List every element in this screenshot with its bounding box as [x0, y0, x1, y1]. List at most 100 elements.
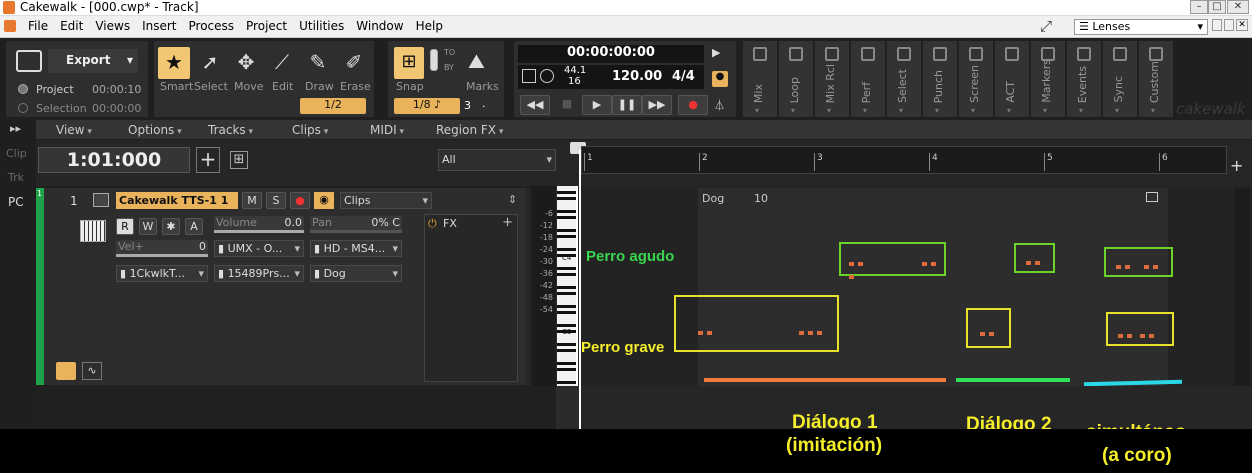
resize-arrow-icon[interactable]: ⤢: [1040, 17, 1052, 35]
mdi-minimize-button[interactable]: [1212, 19, 1222, 31]
draw-tool-button[interactable]: ✎: [302, 47, 334, 79]
menu-insert[interactable]: Insert: [136, 16, 182, 33]
play-small-icon[interactable]: ▶: [712, 46, 720, 59]
move-tool-button[interactable]: ✥: [230, 47, 262, 79]
maximize-button[interactable]: □: [1208, 0, 1226, 14]
export-button[interactable]: Export ▾: [48, 49, 138, 73]
patch-dropdown[interactable]: ▮ Dog: [310, 265, 402, 282]
snap-value-field[interactable]: 1/8 ♪: [394, 98, 460, 114]
now-time-display[interactable]: 1:01:000: [38, 147, 190, 173]
lenses-dropdown[interactable]: ☰ Lenses ▾: [1074, 19, 1208, 35]
screenset-custom[interactable]: Custom ▾: [1138, 41, 1173, 117]
read-automation-button[interactable]: R: [116, 218, 134, 235]
menu-project[interactable]: Project: [240, 16, 293, 33]
fx-power-icon[interactable]: ⏻: [428, 217, 437, 231]
menu-process[interactable]: Process: [183, 16, 241, 33]
screenset-markers[interactable]: Markers ▾: [1030, 41, 1065, 117]
minimize-button[interactable]: –: [1190, 0, 1208, 14]
selection-radio[interactable]: [18, 103, 28, 113]
menu-views[interactable]: Views: [89, 16, 136, 33]
patch-number-dropdown[interactable]: ▮ 15489Prs...: [214, 265, 304, 282]
marks-icon[interactable]: ⛰: [468, 49, 485, 73]
output-dropdown[interactable]: ▮ HD - MS4...: [310, 240, 402, 257]
menu-utilities[interactable]: Utilities: [293, 16, 350, 33]
screenset-act[interactable]: ACT ▾: [994, 41, 1029, 117]
screenset-sync[interactable]: Sync ▾: [1102, 41, 1137, 117]
track-strip[interactable]: 1 1 Cakewalk TTS-1 1 M S ● ◉ Clips ⇕ R W…: [36, 188, 558, 385]
add-fx-icon[interactable]: +: [502, 215, 513, 230]
stop-button[interactable]: ■: [556, 95, 578, 115]
piano-icon[interactable]: [80, 220, 106, 242]
clip-inspector-tab[interactable]: Clip: [6, 147, 27, 160]
tempo-display[interactable]: 120.00: [612, 69, 662, 84]
play-button[interactable]: ▶: [582, 95, 612, 115]
track-view-button[interactable]: [56, 362, 76, 380]
pan-slider[interactable]: Pan 0% C: [310, 216, 402, 233]
record-arm-button[interactable]: ●: [290, 192, 310, 209]
add-track-button[interactable]: +: [196, 147, 220, 173]
clip-region[interactable]: [698, 188, 1168, 386]
screenset-mix[interactable]: Mix ▾: [742, 41, 777, 117]
mdi-close-button[interactable]: ✕: [1236, 19, 1248, 31]
record-armed-indicator[interactable]: ●: [712, 71, 728, 87]
screenset-mix-rcl[interactable]: Mix Rcl ▾: [814, 41, 849, 117]
erase-tool-button[interactable]: ✐: [338, 47, 370, 79]
audio-engine-icon[interactable]: [540, 69, 554, 83]
midi-menu[interactable]: MIDI: [370, 123, 404, 137]
menu-help[interactable]: Help: [410, 16, 449, 33]
bank-dropdown[interactable]: ▮ 1CkwlkT...: [116, 265, 208, 282]
input-echo-button[interactable]: ◉: [314, 192, 334, 209]
pause-button[interactable]: ❚❚: [612, 95, 642, 115]
meter-display[interactable]: 4/4: [672, 69, 695, 84]
snap-dot-button[interactable]: .: [482, 97, 486, 110]
instrument-icon[interactable]: [93, 193, 109, 207]
collapse-track-icon[interactable]: ⇕: [508, 193, 517, 206]
options-menu[interactable]: Options: [128, 123, 182, 137]
solo-button[interactable]: S: [266, 192, 286, 209]
region-fx-menu[interactable]: Region FX: [436, 123, 503, 137]
expand-strip-button[interactable]: ▸▸: [10, 122, 21, 135]
input-dropdown[interactable]: ▮ UMX - O...: [214, 240, 304, 257]
smart-tool-button[interactable]: ★: [158, 47, 190, 79]
view-menu[interactable]: View: [56, 123, 92, 137]
screenset-events[interactable]: Events ▾: [1066, 41, 1101, 117]
app-menu-icon[interactable]: [4, 20, 16, 32]
freeze-button[interactable]: ✱: [162, 218, 180, 235]
snap-button[interactable]: ⊞: [394, 47, 424, 79]
fast-forward-button[interactable]: ▶▶: [642, 95, 672, 115]
screenset-punch[interactable]: Punch ▾: [922, 41, 957, 117]
to-by-toggle[interactable]: [430, 49, 438, 71]
velocity-slider[interactable]: Vel+ 0: [116, 240, 208, 257]
automation-lanes-button[interactable]: ∿: [82, 362, 102, 380]
metronome-tool-icon[interactable]: ⏃: [714, 97, 725, 113]
close-button[interactable]: ✕: [1227, 0, 1249, 14]
export-icon[interactable]: [16, 50, 42, 72]
fx-bin[interactable]: ⏻ FX +: [424, 214, 518, 382]
time-display[interactable]: 00:00:00:00: [518, 45, 704, 63]
volume-slider[interactable]: Volume 0.0: [214, 216, 304, 233]
filter-dropdown[interactable]: All: [438, 149, 556, 171]
lane-dropdown[interactable]: Clips: [340, 192, 432, 209]
menu-file[interactable]: File: [22, 16, 54, 33]
record-button[interactable]: ●: [678, 95, 708, 115]
mdi-restore-button[interactable]: [1224, 19, 1234, 31]
clips-scrollbar[interactable]: [1234, 188, 1250, 386]
screenset-loop[interactable]: Loop ▾: [778, 41, 813, 117]
select-tool-button[interactable]: ➚: [194, 47, 226, 79]
pc-inspector-tab[interactable]: PC: [8, 195, 24, 209]
screenset-perf[interactable]: Perf ▾: [850, 41, 885, 117]
screenset-screen[interactable]: Screen ▾: [958, 41, 993, 117]
rewind-button[interactable]: ◀◀: [520, 95, 550, 115]
menu-edit[interactable]: Edit: [54, 16, 89, 33]
tracks-menu[interactable]: Tracks: [208, 123, 253, 137]
track-inspector-tab[interactable]: Trk: [8, 171, 24, 184]
menu-window[interactable]: Window: [350, 16, 409, 33]
track-name-field[interactable]: Cakewalk TTS-1 1: [116, 192, 238, 209]
insert-folder-button[interactable]: ⊞: [230, 151, 248, 169]
mute-button[interactable]: M: [242, 192, 262, 209]
write-automation-button[interactable]: W: [139, 218, 157, 235]
now-time-cursor[interactable]: [579, 150, 581, 429]
project-radio[interactable]: [18, 84, 28, 94]
snap-count[interactable]: 3: [464, 99, 471, 112]
edit-tool-button[interactable]: ⟋: [266, 47, 298, 79]
